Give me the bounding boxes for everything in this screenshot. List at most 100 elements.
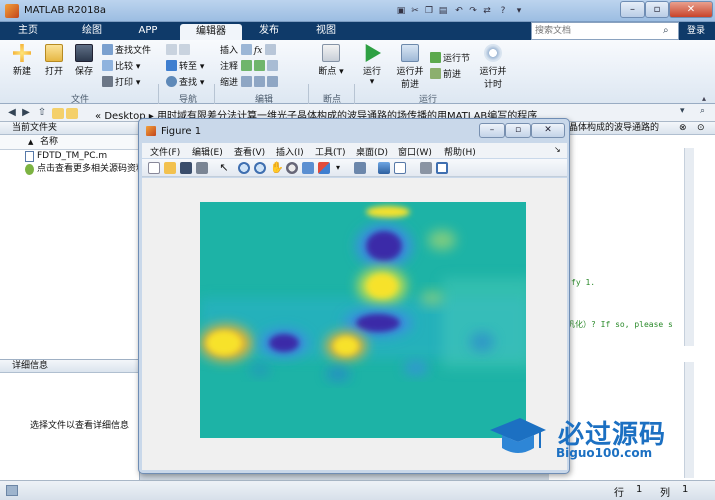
brush-dropdown-icon[interactable]: ▾	[332, 162, 344, 174]
tab-plots[interactable]: 绘图	[66, 22, 118, 40]
code-line[interactable]: 巩化）? If so, please s	[567, 319, 673, 330]
edit-plot-arrow-icon[interactable]: ↖	[218, 162, 230, 174]
goto-button[interactable]: 转至 ▾	[166, 60, 204, 74]
insert-legend-icon[interactable]	[394, 162, 406, 174]
menu-window[interactable]: 窗口(W)	[398, 145, 432, 158]
run-button[interactable]: 运行 ▾	[358, 44, 386, 87]
up-folder-icon[interactable]: ⇧	[36, 106, 48, 120]
code-line[interactable]: fy 1.	[571, 278, 595, 287]
login-button[interactable]: 登录	[681, 22, 711, 40]
hide-plot-tools-icon[interactable]	[420, 162, 432, 174]
zoom-out-icon[interactable]	[254, 162, 266, 174]
figure-title: Figure 1	[161, 126, 202, 137]
save-button[interactable]: 保存	[72, 44, 96, 77]
browse-for-folder-icon[interactable]	[66, 108, 78, 119]
column-label: 列	[660, 488, 670, 499]
breakpoints-button[interactable]: 断点 ▾	[316, 44, 346, 77]
forward-arrow-icon[interactable]: ▶	[20, 106, 32, 120]
run-time-label-line2: 计时	[483, 80, 502, 90]
column-value: 1	[682, 484, 689, 495]
brush-icon[interactable]	[318, 162, 330, 174]
new-button[interactable]: 新建	[10, 44, 34, 77]
menu-view[interactable]: 查看(V)	[234, 145, 265, 158]
new-figure-icon[interactable]	[148, 162, 160, 174]
new-icon	[13, 44, 31, 62]
tab-apps[interactable]: APP	[124, 22, 172, 40]
paste-quick-icon[interactable]: ▤	[436, 4, 450, 18]
editor-scrollbar[interactable]	[684, 148, 694, 346]
find-files-button[interactable]: 查找文件	[102, 44, 151, 58]
comment-percent-icon	[240, 60, 252, 71]
close-button[interactable]: ✕	[669, 1, 713, 18]
figure-close-button[interactable]: ✕	[531, 123, 565, 138]
run-and-advance-button[interactable]: 运行并 前进	[392, 44, 428, 90]
rotate-3d-icon[interactable]	[286, 162, 298, 174]
menu-file[interactable]: 文件(F)	[150, 145, 180, 158]
open-button[interactable]: 打开	[42, 44, 66, 77]
tab-view[interactable]: 视图	[300, 22, 352, 40]
command-scrollbar[interactable]	[684, 362, 694, 478]
menu-dock-arrow-icon[interactable]: ↘	[554, 145, 561, 154]
help-quick-icon[interactable]: ?	[496, 4, 510, 18]
indent-button[interactable]: 缩进	[220, 76, 280, 90]
menu-desktop[interactable]: 桌面(D)	[356, 145, 388, 158]
search-folder-icon[interactable]: ⌕	[700, 106, 705, 116]
copy-quick-icon[interactable]: ❐	[422, 4, 436, 18]
menu-insert[interactable]: 插入(I)	[276, 145, 304, 158]
run-and-time-button[interactable]: 运行并 计时	[476, 44, 510, 90]
undo-quick-icon[interactable]: ↶	[452, 4, 466, 18]
breadcrumb-overflow[interactable]: «	[95, 111, 101, 122]
figure-maximize-button[interactable]: ▫	[505, 123, 531, 138]
find-button[interactable]: 查找 ▾	[166, 76, 204, 90]
menu-help[interactable]: 帮助(H)	[444, 145, 476, 158]
address-dropdown-icon[interactable]: ▾	[680, 106, 685, 116]
tab-publish[interactable]: 发布	[244, 22, 294, 40]
advance-button[interactable]: 前进	[430, 68, 461, 82]
go-back-icon	[166, 44, 177, 55]
folder-browse-icon[interactable]	[52, 108, 64, 119]
switch-windows-icon[interactable]: ⇄	[480, 4, 494, 18]
open-file-icon[interactable]	[164, 162, 176, 174]
figure-title-bar[interactable]: Figure 1 – ▫ ✕	[139, 119, 569, 141]
pan-hand-icon[interactable]: ✋	[270, 162, 284, 174]
back-arrow-icon[interactable]: ◀	[6, 106, 18, 120]
column-header-name[interactable]: ▲ 名称	[0, 135, 139, 150]
insert-colorbar-icon[interactable]	[378, 162, 390, 174]
save-figure-icon[interactable]	[180, 162, 192, 174]
quick-access-dropdown-icon[interactable]: ▾	[512, 4, 526, 18]
menu-edit[interactable]: 编辑(E)	[192, 145, 223, 158]
tab-home[interactable]: 主页	[8, 22, 48, 40]
navigate-back-forward[interactable]	[166, 44, 192, 58]
cut-quick-icon[interactable]: ✂	[408, 4, 422, 18]
tab-editor[interactable]: 编辑器	[180, 24, 242, 40]
maximize-button[interactable]: ▫	[645, 1, 669, 18]
menu-tools[interactable]: 工具(T)	[315, 145, 346, 158]
search-icon[interactable]: ⌕	[663, 25, 675, 37]
figure-toolbar: ↖ ✋ ▾	[142, 159, 567, 177]
comment-button[interactable]: 注释	[220, 60, 280, 74]
data-cursor-icon[interactable]	[302, 162, 314, 174]
editor-options-icon[interactable]: ⊙	[697, 123, 705, 133]
link-plot-icon[interactable]	[354, 162, 366, 174]
search-input[interactable]	[532, 23, 658, 39]
print-figure-icon[interactable]	[196, 162, 208, 174]
redo-quick-icon[interactable]: ↷	[466, 4, 480, 18]
list-item[interactable]: 点击查看更多相关源码资料	[0, 163, 139, 176]
collapse-ribbon-icon[interactable]: ▴	[702, 94, 706, 103]
minimize-button[interactable]: –	[620, 1, 645, 18]
run-section-button[interactable]: 运行节	[430, 52, 470, 66]
list-item[interactable]: FDTD_TM_PC.m	[0, 150, 139, 163]
show-plot-tools-icon[interactable]	[436, 162, 448, 174]
zoom-in-icon[interactable]	[238, 162, 250, 174]
print-label: 打印	[115, 78, 134, 88]
compare-button[interactable]: 比较 ▾	[102, 60, 140, 74]
figure-minimize-button[interactable]: –	[479, 123, 505, 138]
fx-label: fx	[253, 46, 263, 56]
print-button[interactable]: 打印 ▾	[102, 76, 140, 90]
insert-button[interactable]: 插入 fx	[220, 44, 278, 58]
save-quick-icon[interactable]: ▣	[394, 4, 408, 18]
m-file-icon	[25, 151, 34, 162]
editor-tab-title[interactable]: 晶体构成的波导通路的	[549, 122, 715, 135]
documentation-search[interactable]: ⌕	[531, 22, 679, 40]
close-editor-icon[interactable]: ⊗	[679, 123, 687, 133]
